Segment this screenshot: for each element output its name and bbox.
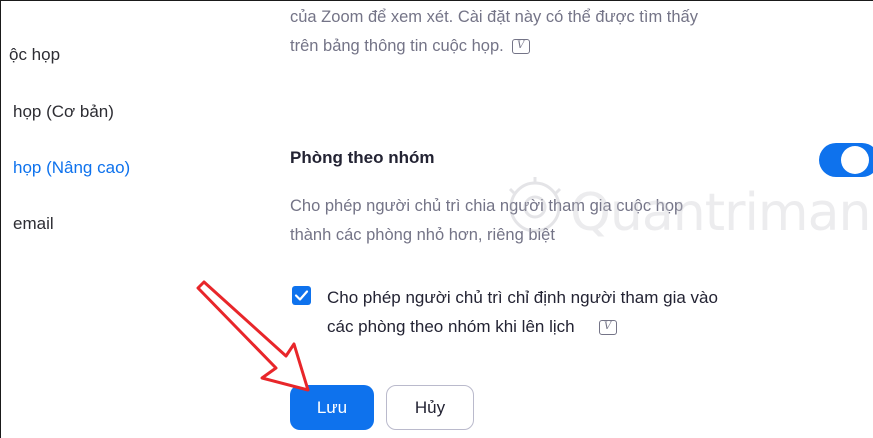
breakout-room-title: Phòng theo nhóm [290,148,435,167]
previous-setting-description-line1: của Zoom để xem xét. Cài đặt này có thể … [290,8,698,26]
sidebar-item-meeting-advanced[interactable]: họp (Nâng cao) [13,158,130,178]
assign-participants-label: Cho phép người chủ trì chỉ định người th… [327,283,718,341]
frame-top-border [0,0,873,1]
assign-participants-checkbox[interactable] [292,286,311,305]
sidebar-item-meeting-basic[interactable]: họp (Cơ bản) [13,102,114,122]
previous-setting-description-line2-wrap: trên bảng thông tin cuộc họp. V [290,32,698,61]
sidebar-item-meeting[interactable]: ộc họp [9,45,60,65]
assign-participants-label-line2-wrap: các phòng theo nhóm khi lên lịch V [327,312,718,341]
assign-participants-label-line1: Cho phép người chủ trì chỉ định người th… [327,288,718,307]
save-button[interactable]: Lưu [290,385,374,430]
cancel-button[interactable]: Hủy [386,385,474,430]
previous-setting-description: của Zoom để xem xét. Cài đặt này có thể … [290,3,698,61]
breakout-room-description-line2: thành các phòng nhỏ hơn, riêng biệt [290,226,555,244]
info-icon[interactable]: V [598,320,617,336]
breakout-room-toggle[interactable] [819,143,873,177]
assign-participants-label-line2: các phòng theo nhóm khi lên lịch [327,317,575,336]
breakout-room-description: Cho phép người chủ trì chia người tham g… [290,192,683,250]
sidebar-item-email[interactable]: email [13,214,54,234]
info-icon[interactable]: V [511,39,530,55]
previous-setting-description-line2: trên bảng thông tin cuộc họp. [290,37,504,55]
frame-left-border [0,0,1,438]
zoom-settings-page: ộc họp họp (Cơ bản) họp (Nâng cao) email… [0,0,873,438]
toggle-knob [841,146,869,174]
breakout-room-description-line1: Cho phép người chủ trì chia người tham g… [290,197,684,215]
checkmark-icon [294,290,309,301]
